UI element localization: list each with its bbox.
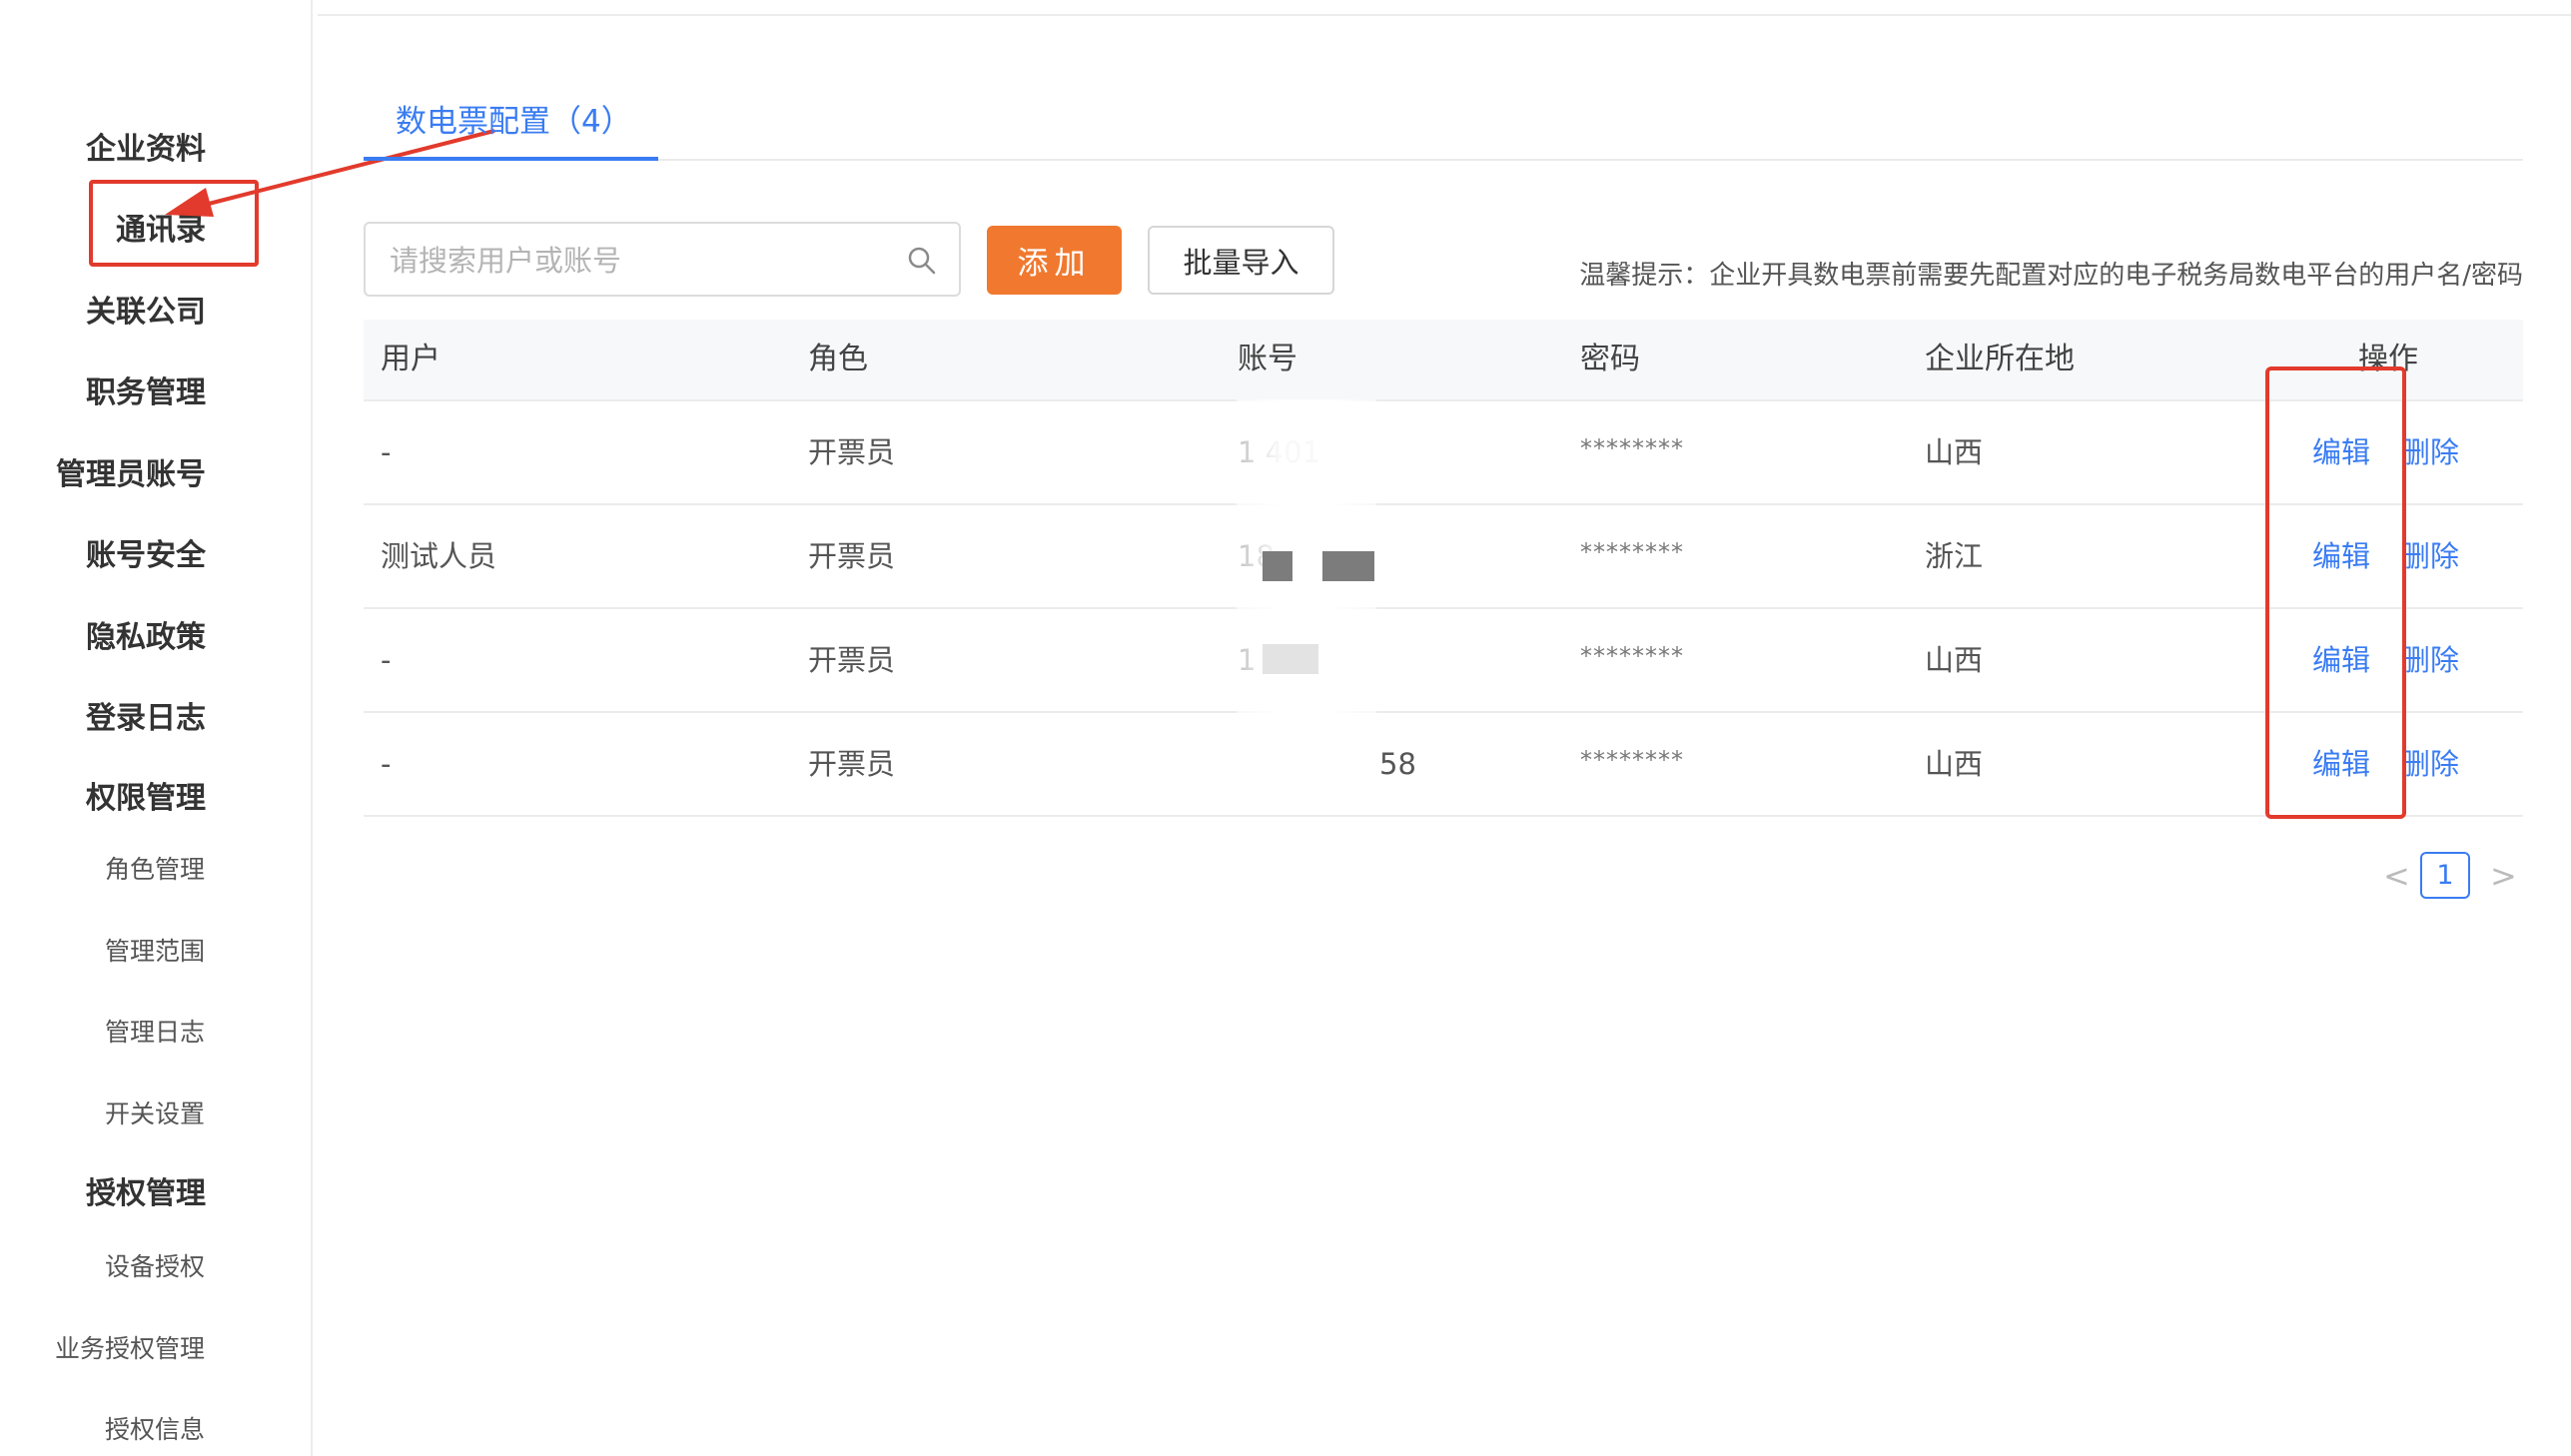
cell-account: 1 401 [1238, 435, 1321, 469]
edit-link[interactable]: 编辑 [2312, 401, 2370, 503]
column-header-password: 密码 [1580, 342, 1640, 376]
sidebar-item-admin-account[interactable]: 管理员账号 [56, 449, 206, 493]
cell-role: 开票员 [808, 643, 896, 677]
table-row: - 开票员 58 ******** 山西 编辑 删除 [364, 713, 2523, 817]
sidebar-item-management-log[interactable]: 管理日志 [105, 1013, 205, 1049]
cell-user: - [381, 643, 392, 677]
cell-account: 58 [1379, 747, 1416, 781]
sidebar-item-account-security[interactable]: 账号安全 [86, 530, 206, 574]
column-header-user: 用户 [381, 342, 440, 376]
sidebar-item-business-authorization[interactable]: 业务授权管理 [55, 1329, 205, 1365]
cell-user: - [381, 435, 392, 469]
cell-role: 开票员 [808, 539, 896, 573]
sidebar-item-device-authorization[interactable]: 设备授权 [105, 1247, 205, 1283]
sidebar-item-switch-settings[interactable]: 开关设置 [105, 1094, 205, 1130]
sidebar-item-role-management[interactable]: 角色管理 [105, 850, 205, 886]
table-row: 测试人员 开票员 18 ******** 浙江 编辑 删除 [364, 505, 2523, 609]
batch-import-button[interactable]: 批量导入 [1148, 226, 1334, 295]
cell-password: ******** [1580, 434, 1684, 462]
delete-link[interactable]: 删除 [2401, 713, 2459, 815]
delete-link[interactable]: 删除 [2401, 401, 2459, 503]
delete-link[interactable]: 删除 [2401, 609, 2459, 711]
sidebar-item-authorization-management[interactable]: 授权管理 [86, 1168, 206, 1212]
cell-password: ******** [1580, 642, 1684, 670]
tab-einvoice-config[interactable]: 数电票配置（4） [396, 96, 632, 141]
search-box [364, 222, 961, 297]
cell-user: 测试人员 [381, 539, 497, 573]
cell-user: - [381, 747, 392, 781]
cell-account: 1 [1238, 643, 1257, 677]
cell-account: 18 [1238, 539, 1275, 573]
edit-link[interactable]: 编辑 [2312, 609, 2370, 711]
sidebar-item-position-management[interactable]: 职务管理 [86, 367, 206, 411]
column-header-region: 企业所在地 [1925, 342, 2075, 376]
column-header-account: 账号 [1238, 342, 1297, 376]
sidebar-item-privacy-policy[interactable]: 隐私政策 [86, 612, 206, 656]
sidebar-item-authorization-info[interactable]: 授权信息 [105, 1410, 205, 1446]
sidebar-item-management-scope[interactable]: 管理范围 [105, 932, 205, 968]
cell-region: 浙江 [1925, 539, 1984, 573]
pagination-page-button[interactable]: 1 [2420, 852, 2470, 899]
column-header-actions: 操作 [2358, 342, 2418, 376]
cell-password: ******** [1580, 538, 1684, 566]
cell-password: ******** [1580, 746, 1684, 774]
warm-tip-text: 温馨提示：企业开具数电票前需要先配置对应的电子税务局数电平台的用户名/密码 [1579, 261, 2523, 291]
sidebar-item-login-log[interactable]: 登录日志 [86, 693, 206, 737]
edit-link[interactable]: 编辑 [2312, 713, 2370, 815]
cell-role: 开票员 [808, 747, 896, 781]
delete-link[interactable]: 删除 [2401, 505, 2459, 607]
cell-region: 山西 [1925, 643, 1984, 677]
search-icon[interactable] [907, 246, 937, 280]
search-input[interactable] [388, 224, 871, 297]
table-header: 用户 角色 账号 密码 企业所在地 操作 [364, 320, 2523, 401]
sidebar-item-company-profile[interactable]: 企业资料 [86, 124, 206, 168]
cell-region: 山西 [1925, 747, 1984, 781]
column-header-role: 角色 [808, 342, 868, 376]
sidebar-item-contacts[interactable]: 通讯录 [116, 205, 206, 249]
sidebar-item-permission-management[interactable]: 权限管理 [86, 773, 206, 817]
tab-bar-divider [364, 159, 2523, 161]
sidebar-item-affiliated-companies[interactable]: 关联公司 [86, 287, 206, 331]
cell-role: 开票员 [808, 435, 896, 469]
header-divider [318, 14, 2571, 16]
cell-region: 山西 [1925, 435, 1984, 469]
tab-active-indicator [364, 157, 658, 161]
einvoice-config-table: 用户 角色 账号 密码 企业所在地 操作 - 开票员 1 401 *******… [364, 320, 2523, 817]
table-row: - 开票员 1 ******** 山西 编辑 删除 [364, 609, 2523, 713]
add-button[interactable]: 添加 [987, 226, 1122, 295]
pagination-next-button[interactable]: > [2490, 857, 2517, 895]
sidebar: 企业资料 通讯录 关联公司 职务管理 管理员账号 账号安全 隐私政策 登录日志 … [0, 0, 313, 1456]
table-row: - 开票员 1 401 ******** 山西 编辑 删除 [364, 401, 2523, 505]
pagination-prev-button[interactable]: < [2383, 857, 2410, 895]
edit-link[interactable]: 编辑 [2312, 505, 2370, 607]
